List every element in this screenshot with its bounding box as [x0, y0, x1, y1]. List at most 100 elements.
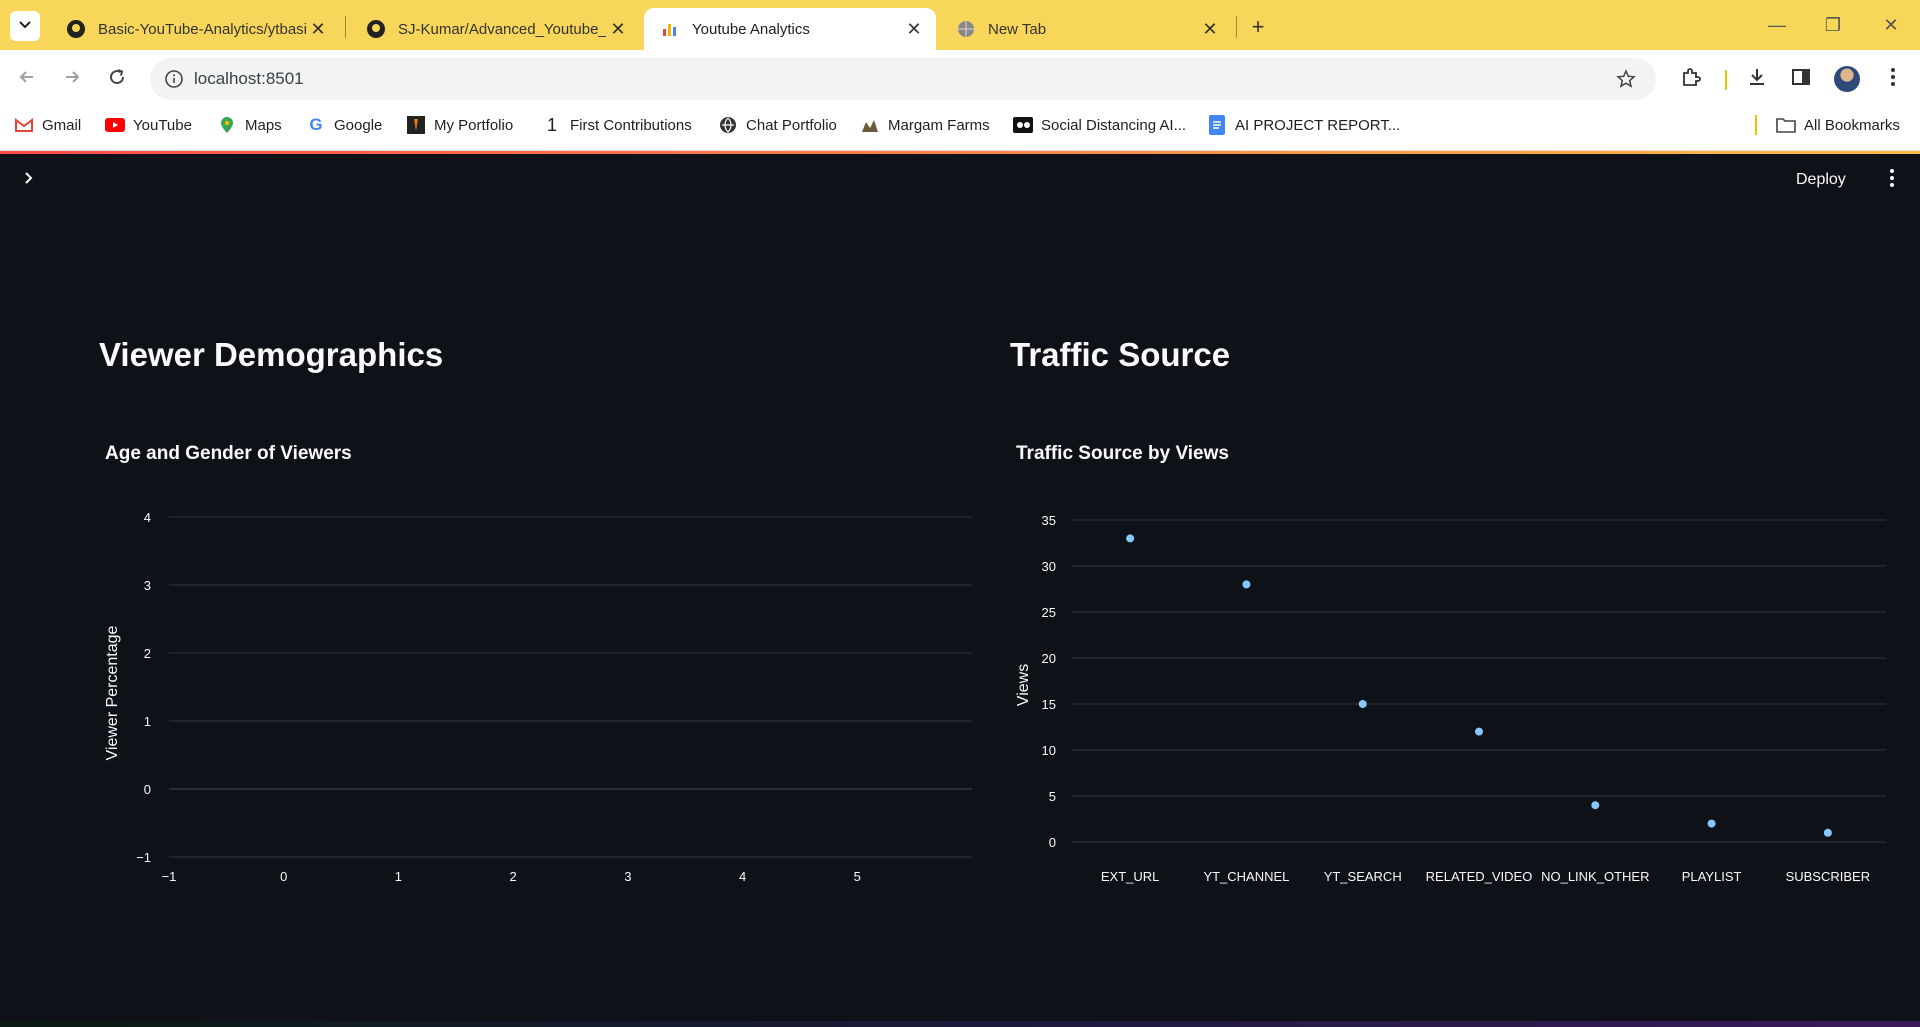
- back-button[interactable]: [12, 64, 42, 94]
- bar-chart-icon: [660, 19, 680, 39]
- data-point: [1126, 534, 1135, 543]
- x-tick-label: 5: [854, 869, 861, 884]
- tab-new-tab[interactable]: New Tab ✕: [940, 8, 1232, 50]
- tab-strip: Basic-YouTube-Analytics/ytbasic ✕ SJ-Kum…: [0, 0, 1920, 50]
- close-icon[interactable]: ✕: [306, 17, 330, 41]
- data-point: [1823, 828, 1832, 837]
- y-tick-label: 20: [1042, 651, 1056, 666]
- x-tick-label: EXT_URL: [1101, 869, 1160, 884]
- y-tick-label: 15: [1042, 697, 1056, 712]
- url-text: localhost:8501: [194, 69, 304, 88]
- side-panel-button[interactable]: [1786, 64, 1816, 94]
- close-icon: ✕: [1883, 14, 1899, 35]
- close-icon[interactable]: ✕: [606, 17, 630, 41]
- window-bottom-edge: [0, 1021, 1920, 1027]
- streamlit-app: Deploy Viewer Demographics Traffic Sourc…: [0, 154, 1920, 1021]
- puzzle-icon: [1680, 66, 1702, 93]
- browser-menu-button[interactable]: [1878, 64, 1908, 94]
- traffic-source-chart[interactable]: 0 5 10 15 20 25 30 35 EXT_URL YT_CHANNEL YT_SEARCH…: [1006, 494, 1906, 884]
- x-tick-label: −1: [162, 869, 177, 884]
- first-contributions-icon: 1: [546, 114, 557, 135]
- bookmark-label: First Contributions: [570, 116, 692, 134]
- bookmarks-bar: Gmail YouTube Maps G Google My Portfolio…: [0, 107, 1920, 151]
- y-tick-label: 4: [144, 510, 151, 525]
- bookmark-margam-farms[interactable]: Margam Farms: [860, 107, 990, 143]
- minimize-button[interactable]: —: [1762, 10, 1792, 40]
- tab-divider: [1236, 16, 1237, 38]
- bookmark-gmail[interactable]: Gmail: [14, 107, 81, 143]
- sidebar-expand-button[interactable]: [16, 168, 40, 192]
- bookmark-youtube[interactable]: YouTube: [105, 107, 192, 143]
- social-distancing-icon: [1013, 115, 1033, 135]
- restore-button[interactable]: ❐: [1818, 10, 1848, 40]
- bookmark-label: Margam Farms: [888, 116, 990, 134]
- bookmark-social-distancing[interactable]: Social Distancing AI...: [1013, 107, 1186, 143]
- bookmark-maps[interactable]: Maps: [217, 107, 282, 143]
- bookmark-google[interactable]: G Google: [306, 107, 382, 143]
- portfolio-icon: [406, 115, 426, 135]
- chevron-down-icon: [18, 17, 32, 36]
- maps-icon: [217, 115, 237, 135]
- bookmark-label: AI PROJECT REPORT...: [1235, 116, 1401, 134]
- all-bookmarks-button[interactable]: All Bookmarks: [1776, 107, 1900, 143]
- tab-title: Youtube Analytics: [692, 20, 810, 38]
- downloads-button[interactable]: [1742, 64, 1772, 94]
- tab-advanced-youtube[interactable]: SJ-Kumar/Advanced_Youtube_A ✕: [350, 8, 640, 50]
- google-icon: G: [309, 115, 323, 134]
- data-point: [1591, 801, 1600, 810]
- bookmark-chat-portfolio[interactable]: Chat Portfolio: [718, 107, 837, 143]
- bookmark-label: My Portfolio: [434, 116, 514, 134]
- bookmark-star-icon[interactable]: [1606, 58, 1646, 100]
- y-tick-label: 2: [144, 646, 151, 661]
- profile-button[interactable]: [1832, 64, 1862, 94]
- address-bar[interactable]: localhost:8501: [150, 58, 1656, 100]
- extensions-button[interactable]: [1676, 64, 1706, 94]
- y-tick-label: 0: [1049, 835, 1056, 850]
- bookmark-label: YouTube: [133, 116, 192, 134]
- y-tick-label: −1: [136, 850, 151, 865]
- deploy-button[interactable]: Deploy: [1796, 166, 1846, 194]
- window-close-button[interactable]: ✕: [1876, 10, 1906, 40]
- forward-button[interactable]: [57, 64, 87, 94]
- margam-farms-icon: [860, 115, 880, 135]
- tab-search-button[interactable]: [10, 11, 40, 41]
- bookmark-label: Gmail: [42, 116, 82, 134]
- tab-basic-youtube-analytics[interactable]: Basic-YouTube-Analytics/ytbasic ✕: [50, 8, 340, 50]
- arrow-left-icon: [17, 67, 37, 92]
- data-point: [1358, 700, 1367, 708]
- reload-icon: [107, 67, 127, 92]
- tab-title: SJ-Kumar/Advanced_Youtube_A: [398, 20, 606, 38]
- site-info-icon[interactable]: [154, 58, 194, 100]
- folder-icon: [1776, 115, 1796, 135]
- close-icon[interactable]: ✕: [902, 17, 926, 41]
- gmail-icon: [14, 115, 34, 135]
- tab-youtube-analytics[interactable]: Youtube Analytics ✕: [644, 8, 936, 50]
- x-tick-label: 1: [395, 869, 402, 884]
- new-tab-button[interactable]: +: [1244, 13, 1272, 41]
- y-tick-label: 1: [144, 714, 151, 729]
- avatar: [1834, 66, 1860, 92]
- side-panel-icon: [1790, 66, 1812, 93]
- app-menu-button[interactable]: [1880, 166, 1904, 194]
- section-title-traffic-source: Traffic Source: [1010, 336, 1231, 373]
- arrow-right-icon: [62, 67, 82, 92]
- close-icon[interactable]: ✕: [1198, 17, 1222, 41]
- chat-portfolio-icon: [718, 115, 738, 135]
- bookmark-my-portfolio[interactable]: My Portfolio: [406, 107, 513, 143]
- reload-button[interactable]: [102, 64, 132, 94]
- x-tick-label: YT_SEARCH: [1324, 869, 1402, 884]
- chart-title-age-gender: Age and Gender of Viewers: [105, 443, 352, 464]
- bookmark-ai-project-report[interactable]: AI PROJECT REPORT...: [1207, 107, 1400, 143]
- data-point: [1242, 580, 1251, 589]
- docs-icon: [1207, 115, 1227, 135]
- x-tick-label: YT_CHANNEL: [1203, 869, 1289, 884]
- bookmarks-divider: [1755, 115, 1757, 135]
- x-tick-label: 4: [739, 869, 746, 884]
- y-tick-label: 35: [1042, 513, 1056, 528]
- data-point: [1475, 727, 1483, 736]
- bookmark-label: Social Distancing AI...: [1041, 116, 1187, 134]
- bookmark-first-contributions[interactable]: 1 First Contributions: [542, 107, 692, 143]
- youtube-icon: [105, 115, 125, 135]
- age-gender-chart[interactable]: −101234−1012345Age GroupViewer Percentag…: [95, 494, 985, 884]
- chart-title-traffic-source: Traffic Source by Views: [1016, 443, 1229, 464]
